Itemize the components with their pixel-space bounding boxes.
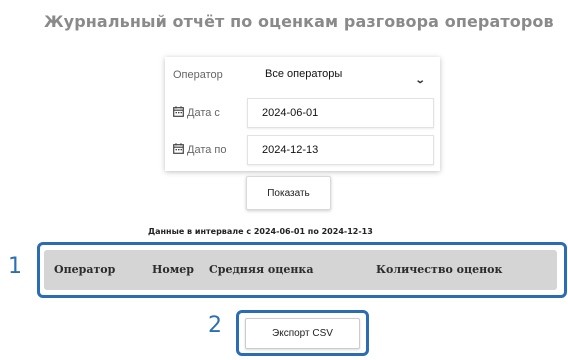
callout-number-1: 1: [8, 254, 22, 279]
date-to-row: Дата по 2024-12-13: [165, 135, 440, 165]
date-from-input[interactable]: 2024-06-01: [247, 98, 434, 128]
date-to-label: Дата по: [187, 144, 227, 156]
callout-highlight-1: [37, 242, 567, 298]
operator-row: Оператор Все операторы ⌄: [165, 60, 440, 90]
date-range-caption: Данные в интервале с 2024-06-01 по 2024-…: [148, 227, 373, 236]
operator-label: Оператор: [173, 69, 223, 81]
operator-select[interactable]: Все операторы ⌄: [247, 60, 434, 90]
calendar-icon: [173, 106, 184, 117]
date-from-label-wrap: Дата с: [173, 98, 220, 128]
date-to-input[interactable]: 2024-12-13: [247, 135, 434, 165]
callout-highlight-2: [236, 310, 369, 356]
operator-select-value: Все операторы: [265, 68, 343, 80]
page-title: Журнальный отчёт по оценкам разговора оп…: [44, 12, 554, 31]
calendar-icon: [173, 143, 184, 154]
date-from-row: Дата с 2024-06-01: [165, 98, 440, 128]
date-to-label-wrap: Дата по: [173, 135, 227, 165]
show-button[interactable]: Показать: [246, 176, 331, 210]
callout-number-2: 2: [208, 313, 222, 338]
chevron-down-icon: ⌄: [414, 75, 426, 86]
date-from-label: Дата с: [187, 107, 220, 119]
filter-form: Оператор Все операторы ⌄ Дата с 2024-06-…: [165, 57, 440, 171]
